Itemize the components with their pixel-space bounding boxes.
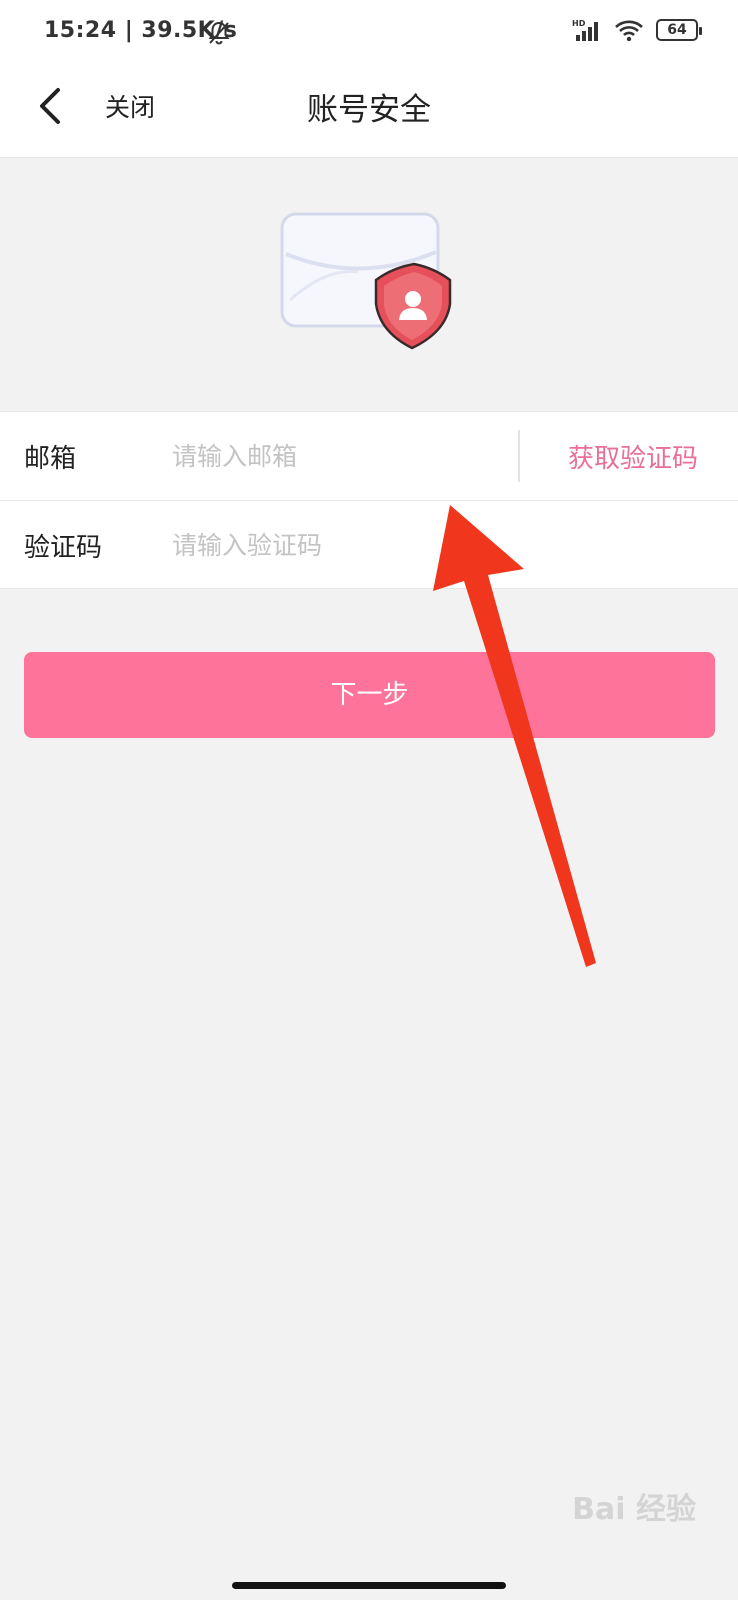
nav-bar: 关闭 账号安全: [0, 64, 738, 158]
battery-level: 64: [667, 22, 687, 38]
signal-icon: HD: [572, 19, 598, 41]
envelope-shield-icon: [280, 212, 452, 350]
close-button[interactable]: 关闭: [105, 88, 155, 124]
email-input[interactable]: [172, 432, 502, 480]
email-label: 邮箱: [24, 444, 77, 474]
chevron-left-icon[interactable]: [34, 84, 70, 128]
code-label: 验证码: [24, 533, 103, 563]
email-row: 邮箱 获取验证码: [0, 412, 738, 500]
status-icons: HD 64: [572, 18, 702, 42]
battery-icon: 64: [656, 19, 702, 41]
wifi-icon: [615, 20, 643, 42]
network-badge: HD: [572, 19, 586, 28]
mute-bell-icon: [208, 21, 230, 45]
watermark-logo: Bai 经验: [572, 1492, 696, 1527]
status-bar: 15:24 | 39.5K/s HD 64: [0, 0, 738, 64]
divider: [518, 430, 520, 482]
annotation-arrow-icon: [433, 505, 596, 967]
home-indicator: [232, 1582, 506, 1589]
get-code-button[interactable]: 获取验证码: [568, 438, 698, 475]
